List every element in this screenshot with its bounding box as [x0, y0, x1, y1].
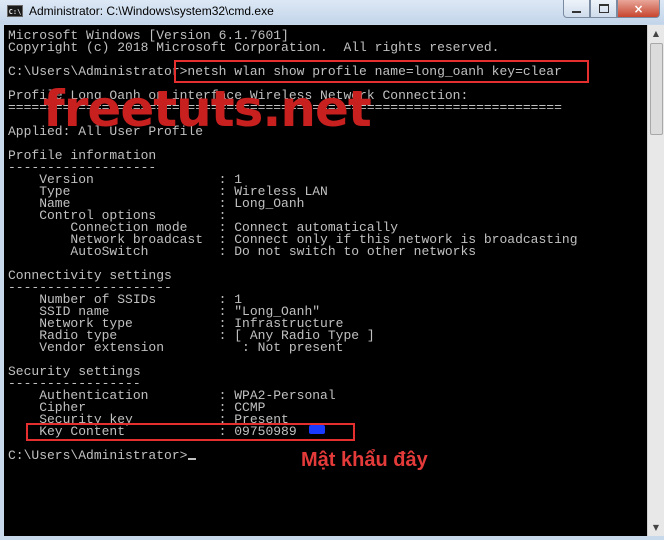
minimize-icon [572, 10, 581, 13]
close-icon: × [633, 1, 644, 16]
maximize-button[interactable] [590, 0, 617, 18]
cmd-window: C:\ Administrator: C:\Windows\system32\c… [0, 0, 664, 540]
scroll-up-icon[interactable]: ▲ [648, 25, 664, 42]
password-annotation: Mật khẩu đây [301, 449, 428, 471]
watermark: freetuts.net [43, 80, 372, 138]
text-cursor [188, 458, 197, 460]
title-bar[interactable]: C:\ Administrator: C:\Windows\system32\c… [0, 0, 664, 24]
redaction-mark [309, 425, 325, 434]
maximize-icon [598, 4, 609, 13]
key-content-highlight-box [26, 423, 355, 441]
console-line-text: AutoSwitch : Do not switch to other netw… [8, 244, 477, 259]
console-line-text: C:\Users\Administrator> [8, 448, 188, 463]
close-button[interactable]: × [617, 0, 660, 18]
console-line: Copyright (c) 2018 Microsoft Corporation… [8, 40, 500, 55]
console-line: AutoSwitch : Do not switch to other netw… [8, 244, 477, 259]
scroll-down-icon[interactable]: ▼ [648, 519, 664, 536]
console-line: C:\Users\Administrator> [8, 448, 197, 463]
vertical-scrollbar[interactable]: ▲ ▼ [647, 25, 664, 536]
console-line-text: Vendor extension : Not present [8, 340, 344, 355]
console-line-text: Copyright (c) 2018 Microsoft Corporation… [8, 40, 500, 55]
scrollbar-thumb[interactable] [650, 43, 663, 135]
cmd-app-icon[interactable]: C:\ [7, 5, 23, 17]
minimize-button[interactable] [563, 0, 590, 18]
console-line: Vendor extension : Not present [8, 340, 344, 355]
window-title: Administrator: C:\Windows\system32\cmd.e… [29, 4, 274, 18]
